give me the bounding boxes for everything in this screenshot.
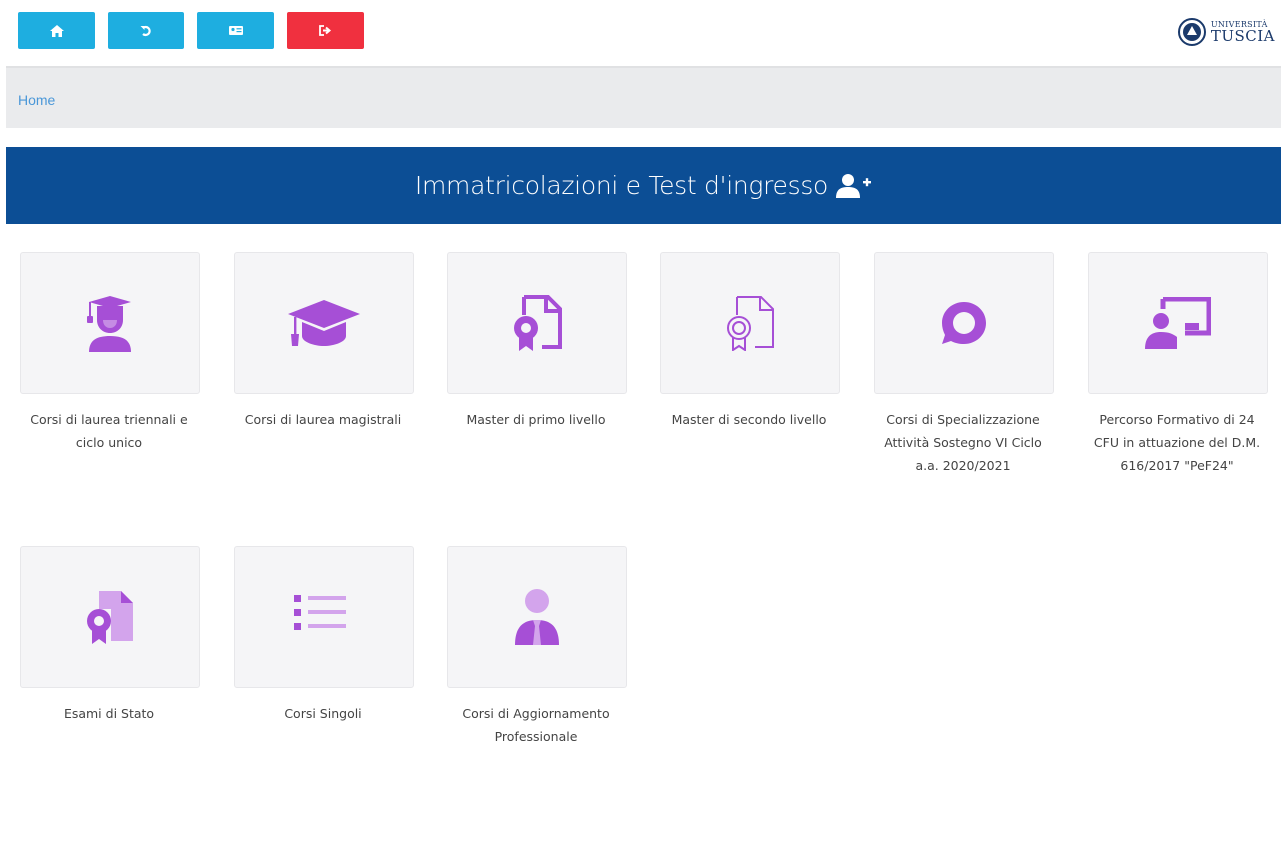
card-label: Corsi di laurea magistrali xyxy=(244,412,402,427)
card-label: Corsi di Specializzazione Attività Soste… xyxy=(884,412,1042,473)
sign-out-icon xyxy=(319,25,332,36)
undo-icon xyxy=(140,25,151,36)
card-pef24[interactable]: Percorso Formativo di 24 CFU in attuazio… xyxy=(1087,252,1287,477)
university-logo[interactable]: UNIVERSITÀ TUSCIA xyxy=(1177,12,1275,52)
user-plus-icon xyxy=(836,173,872,199)
card-master-primo[interactable]: Master di primo livello xyxy=(446,252,659,431)
card-corsi-singoli[interactable]: Corsi Singoli xyxy=(233,546,446,725)
card-aggiornamento-professionale[interactable]: Corsi di Aggiornamento Professionale xyxy=(446,546,659,748)
card-master-primo-box[interactable] xyxy=(447,252,627,394)
card-pef24-box[interactable] xyxy=(1088,252,1268,394)
card-label: Percorso Formativo di 24 CFU in attuazio… xyxy=(1093,412,1261,473)
card-master-secondo-box[interactable] xyxy=(660,252,840,394)
professional-person-icon xyxy=(515,589,559,645)
card-esami-stato[interactable]: Esami di Stato xyxy=(19,546,232,725)
page-title: Immatricolazioni e Test d'ingresso xyxy=(414,171,829,200)
certificate-outline-icon xyxy=(727,296,774,351)
card-label: Corsi di Aggiornamento Professionale xyxy=(462,706,610,744)
card-corsi-triennali[interactable]: Corsi di laurea triennali e ciclo unico xyxy=(19,252,232,454)
logout-button[interactable] xyxy=(287,12,364,49)
card-label: Master di secondo livello xyxy=(671,412,827,427)
list-icon xyxy=(294,595,346,630)
card-specializzazione-sostegno-box[interactable] xyxy=(874,252,1054,394)
card-corsi-singoli-box[interactable] xyxy=(234,546,414,688)
page-title-banner: Immatricolazioni e Test d'ingresso xyxy=(6,147,1281,224)
card-aggiornamento-professionale-box[interactable] xyxy=(447,546,627,688)
card-label: Corsi Singoli xyxy=(284,706,362,721)
teacher-board-icon xyxy=(1145,297,1211,349)
award-document-icon xyxy=(87,591,133,644)
card-corsi-magistrali-box[interactable] xyxy=(234,252,414,394)
card-corsi-triennali-box[interactable] xyxy=(20,252,200,394)
card-esami-stato-box[interactable] xyxy=(20,546,200,688)
card-label: Corsi di laurea triennali e ciclo unico xyxy=(30,412,188,450)
card-specializzazione-sostegno[interactable]: Corsi di Specializzazione Attività Soste… xyxy=(873,252,1086,477)
id-card-icon xyxy=(228,26,243,35)
speech-bubble-icon xyxy=(942,302,986,344)
graduation-cap-icon xyxy=(288,300,360,346)
card-master-secondo[interactable]: Master di secondo livello xyxy=(659,252,872,431)
home-icon xyxy=(49,24,64,37)
graduate-student-icon xyxy=(87,296,131,352)
university-logo-text: UNIVERSITÀ TUSCIA xyxy=(1210,20,1275,45)
card-label: Master di primo livello xyxy=(466,412,606,427)
certificate-icon xyxy=(514,295,562,351)
card-label: Esami di Stato xyxy=(63,706,155,721)
back-button[interactable] xyxy=(108,12,184,49)
card-button[interactable] xyxy=(197,12,274,49)
home-button[interactable] xyxy=(18,12,95,49)
card-corsi-magistrali[interactable]: Corsi di laurea magistrali xyxy=(233,252,446,431)
breadcrumb-home-link[interactable]: Home xyxy=(18,92,55,108)
university-seal-icon xyxy=(1177,18,1206,46)
breadcrumb: Home xyxy=(6,66,1281,128)
logo-line2: TUSCIA xyxy=(1210,26,1275,45)
top-bar: UNIVERSITÀ TUSCIA xyxy=(0,0,1287,66)
